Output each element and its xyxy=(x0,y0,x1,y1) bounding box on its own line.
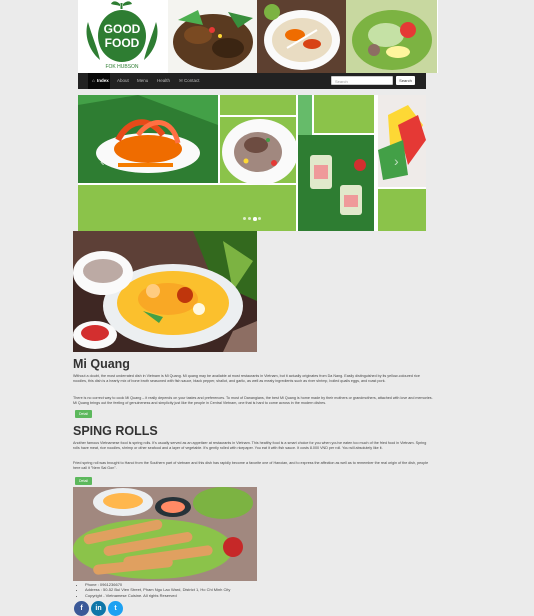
logo-line3: FOK HUBSON xyxy=(105,64,138,70)
nav-item-index[interactable]: ⌂ Index xyxy=(88,73,110,89)
carousel-prev-icon[interactable]: ‹ xyxy=(100,153,105,169)
nav-item-contact[interactable]: ✉ Contact xyxy=(179,73,200,89)
mi-quang-detail-button[interactable]: Detail xyxy=(75,410,92,418)
spring-rolls-detail-button[interactable]: Detail xyxy=(75,477,92,485)
search-placeholder: Search xyxy=(335,79,348,84)
mi-quang-title: Mi Quang xyxy=(73,357,130,371)
spring-rolls-paragraph-1: Another famous Vietnamese food is spring… xyxy=(73,441,427,450)
footer-contact-list: Phone : 0961236670 Address : 50-52 Bui V… xyxy=(80,582,230,598)
search-button[interactable]: Search xyxy=(396,76,415,85)
search-input[interactable]: Search xyxy=(331,76,393,85)
nav-label-health: Health xyxy=(157,78,171,83)
nav-item-about[interactable]: About xyxy=(117,73,129,89)
spring-rolls-paragraph-2: Fried spring roll was brought to Hanoi f… xyxy=(73,461,429,470)
header-food-image-1 xyxy=(168,0,257,73)
nav-item-health[interactable]: Health xyxy=(157,73,170,89)
image-carousel[interactable]: ‹ › xyxy=(78,95,426,231)
mi-quang-paragraph-2: There is no correct way to cook Mi Quang… xyxy=(73,396,433,405)
carousel-collage xyxy=(78,95,426,231)
footer-copyright: Copyright - Vietnamese Cuisine. All righ… xyxy=(85,593,230,598)
nav-item-menu[interactable]: Menu xyxy=(137,73,148,89)
carousel-next-icon[interactable]: › xyxy=(394,153,399,169)
spring-rolls-image xyxy=(73,487,257,581)
good-food-logo[interactable]: GOOD FOOD FOK HUBSON xyxy=(78,0,167,73)
envelope-icon: ✉ xyxy=(179,78,183,83)
carousel-indicator-1[interactable] xyxy=(243,217,246,220)
nav-label-menu: Menu xyxy=(137,78,149,83)
carousel-indicator-2[interactable] xyxy=(248,217,251,220)
nav-label-index: Index xyxy=(97,78,109,83)
logo-line2: FOOD xyxy=(105,36,140,50)
mi-quang-paragraph-1: Without a doubt, the most underrated dis… xyxy=(73,374,420,383)
header-food-image-2 xyxy=(257,0,346,73)
footer-address: Address : 50-52 Bui Vien Street, Pham Ng… xyxy=(85,587,230,592)
mi-quang-image xyxy=(73,231,257,352)
spring-rolls-title: SPING ROLLS xyxy=(73,424,158,438)
nav-label-contact: Contact xyxy=(184,78,200,83)
carousel-indicator-4[interactable] xyxy=(258,217,261,220)
nav-label-about: About xyxy=(117,78,129,83)
logo-line1: GOOD xyxy=(104,22,141,36)
carousel-indicator-3[interactable] xyxy=(253,217,257,221)
header-food-image-3 xyxy=(346,0,437,73)
home-icon: ⌂ xyxy=(92,78,95,83)
